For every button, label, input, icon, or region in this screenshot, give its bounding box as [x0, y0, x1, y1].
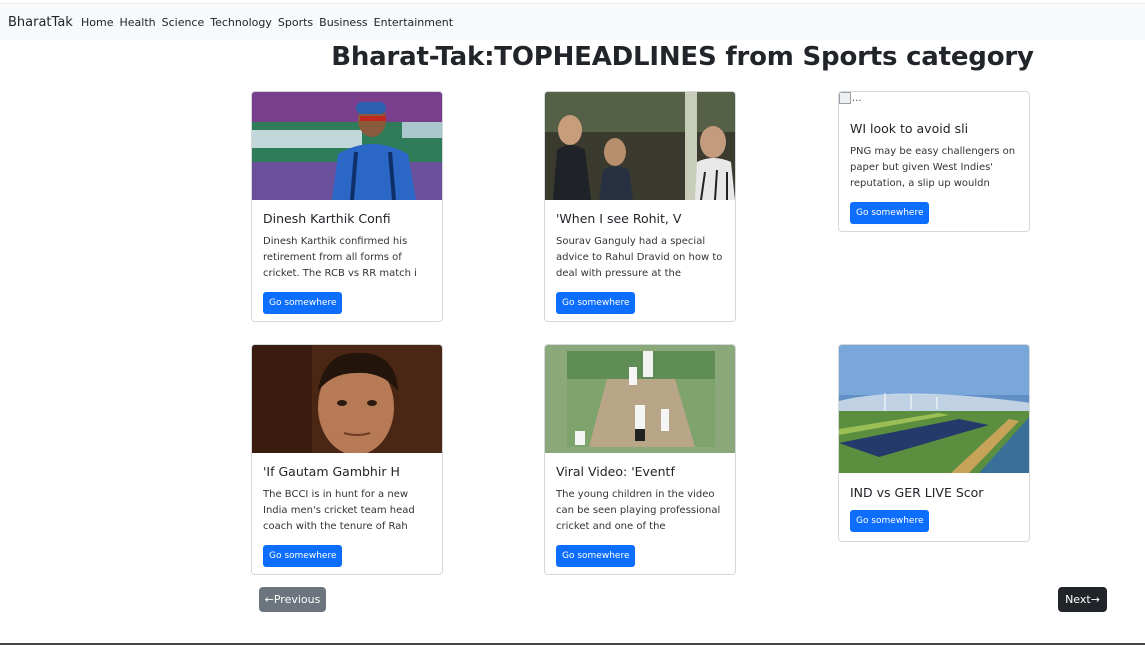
go-somewhere-button[interactable]: Go somewhere — [556, 545, 636, 567]
nav-link-home[interactable]: Home — [81, 16, 113, 29]
go-somewhere-button[interactable]: Go somewhere — [850, 510, 930, 532]
news-card: Viral Video: 'Eventf The young children … — [544, 344, 736, 575]
nav-link-technology[interactable]: Technology — [210, 16, 272, 29]
news-card: 'If Gautam Gambhir H The BCCI is in hunt… — [251, 344, 443, 575]
card-title[interactable]: IND vs GER LIVE Scor — [850, 485, 1018, 500]
nav-link-science[interactable]: Science — [162, 16, 205, 29]
broken-image[interactable]: ... — [839, 92, 1029, 108]
card-title[interactable]: WI look to avoid sli — [850, 121, 1018, 136]
news-image[interactable] — [252, 345, 442, 453]
card-description: PNG may be easy challengers on paper but… — [850, 146, 1016, 189]
news-image[interactable] — [252, 92, 442, 200]
nav-links: Home Health Science Technology Sports Bu… — [81, 16, 453, 29]
image-alt-text: ... — [852, 93, 862, 104]
card-title[interactable]: Viral Video: 'Eventf — [556, 464, 724, 479]
nav-link-sports[interactable]: Sports — [278, 16, 313, 29]
news-card: 'When I see Rohit, V Sourav Ganguly had … — [544, 91, 736, 322]
news-image[interactable] — [839, 345, 1029, 473]
card-description: The BCCI is in hunt for a new India men'… — [263, 489, 415, 532]
go-somewhere-button[interactable]: Go somewhere — [263, 545, 343, 567]
card-title[interactable]: Dinesh Karthik Confi — [263, 211, 431, 226]
nav-link-business[interactable]: Business — [319, 16, 368, 29]
card-description: Dinesh Karthik confirmed his retirement … — [263, 236, 417, 279]
previous-button[interactable]: ←Previous — [259, 587, 326, 612]
news-image[interactable] — [545, 92, 735, 200]
next-button[interactable]: Next→ — [1058, 587, 1107, 612]
broken-image-icon — [839, 92, 851, 104]
brand-logo-text[interactable]: BharatTak — [8, 15, 73, 30]
card-title[interactable]: 'When I see Rohit, V — [556, 211, 724, 226]
news-image[interactable] — [545, 345, 735, 453]
card-description: Sourav Ganguly had a special advice to R… — [556, 236, 723, 279]
nav-link-health[interactable]: Health — [119, 16, 155, 29]
go-somewhere-button[interactable]: Go somewhere — [556, 292, 636, 314]
go-somewhere-button[interactable]: Go somewhere — [850, 202, 930, 224]
page-title: Bharat-Tak:TOPHEADLINES from Sports cate… — [331, 42, 1034, 72]
card-description: The young children in the video can be s… — [556, 489, 721, 532]
navbar: BharatTak Home Health Science Technology… — [0, 3, 1145, 40]
go-somewhere-button[interactable]: Go somewhere — [263, 292, 343, 314]
news-card: ... WI look to avoid sli PNG may be easy… — [838, 91, 1030, 232]
news-card: Dinesh Karthik Confi Dinesh Karthik conf… — [251, 91, 443, 322]
news-card: IND vs GER LIVE Scor Go somewhere — [838, 344, 1030, 542]
nav-link-entertainment[interactable]: Entertainment — [374, 16, 453, 29]
card-title[interactable]: 'If Gautam Gambhir H — [263, 464, 431, 479]
